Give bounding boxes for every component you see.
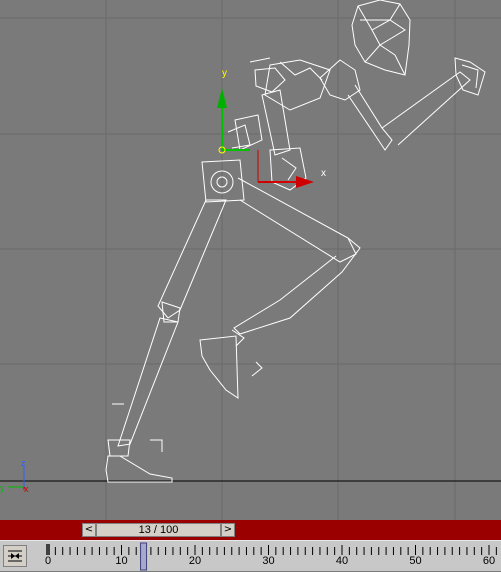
front-viewport[interactable]: y x z y x <box>0 0 501 520</box>
time-slider-thumb[interactable]: 13 / 100 <box>96 523 221 537</box>
range-start-marker <box>46 544 50 555</box>
gizmo-x-arrow[interactable] <box>296 176 314 188</box>
next-frame-button[interactable]: > <box>221 523 235 537</box>
trackbar-tick-label: 50 <box>409 555 422 567</box>
time-slider[interactable]: < 13 / 100 > <box>0 520 501 540</box>
character-wireframe[interactable] <box>105 0 486 483</box>
trackbar-ruler[interactable] <box>0 541 501 572</box>
viewport-grid <box>0 0 501 520</box>
gizmo-x-label: x <box>321 168 326 179</box>
trackbar-tick-label: 0 <box>44 555 52 567</box>
viewport-canvas: y x z y x <box>0 0 501 520</box>
tripod-y-label: y <box>0 483 5 493</box>
axis-tripod: z y x <box>0 458 29 494</box>
tripod-x-label: x <box>24 484 29 494</box>
trackbar-tick-label: 60 <box>482 555 496 567</box>
gizmo-y-label: y <box>222 68 227 79</box>
trackbar-tick-label: 20 <box>188 555 202 567</box>
gizmo-y-arrow[interactable] <box>217 88 227 108</box>
trackbar-tick-label: 30 <box>262 555 275 567</box>
tripod-z-label: z <box>21 458 26 468</box>
trackbar[interactable]: 0 10 20 30 40 50 60 <box>0 540 501 571</box>
trackbar-tick-label: 40 <box>335 555 349 567</box>
trackbar-tick-label: 10 <box>115 555 128 567</box>
previous-frame-button[interactable]: < <box>82 523 96 537</box>
current-frame-marker[interactable] <box>140 542 148 571</box>
